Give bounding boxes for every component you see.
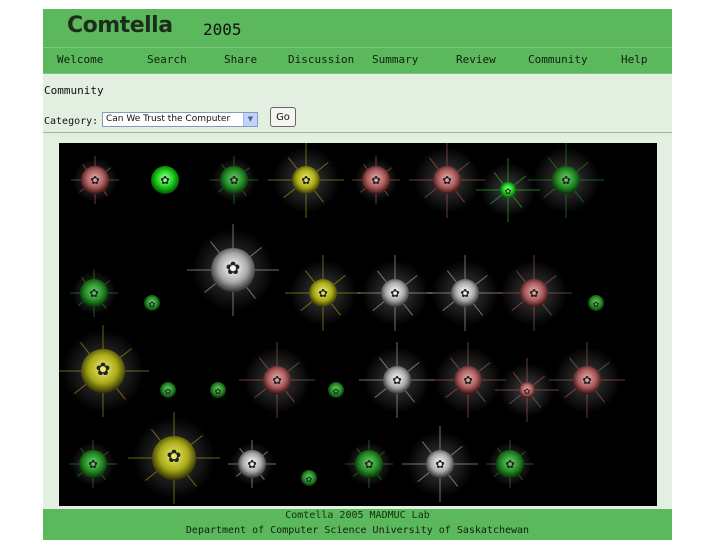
user-avatar-icon: ✿ bbox=[167, 447, 182, 467]
user-avatar-icon: ✿ bbox=[88, 458, 97, 471]
user-avatar-icon: ✿ bbox=[96, 360, 111, 380]
nav-community[interactable]: Community bbox=[528, 53, 588, 66]
category-select-value: Can We Trust the Computer bbox=[106, 114, 231, 124]
user-avatar-icon: ✿ bbox=[505, 187, 512, 196]
member-star[interactable]: ✿ bbox=[128, 412, 220, 504]
user-avatar-icon: ✿ bbox=[149, 300, 156, 309]
user-avatar-icon: ✿ bbox=[301, 174, 310, 187]
user-avatar-icon: ✿ bbox=[89, 287, 98, 300]
category-select[interactable]: Can We Trust the Computer ▼ bbox=[102, 112, 258, 127]
member-star[interactable]: ✿ bbox=[402, 426, 478, 502]
footer: Comtella 2005 MADMUC Lab Department of C… bbox=[43, 509, 672, 540]
comtella-logo[interactable]: Comtella bbox=[67, 13, 173, 38]
member-star[interactable]: ✿ bbox=[59, 325, 149, 417]
member-star[interactable]: ✿ bbox=[228, 440, 276, 488]
member-star[interactable]: ✿ bbox=[160, 382, 176, 398]
member-star[interactable]: ✿ bbox=[268, 143, 344, 218]
user-avatar-icon: ✿ bbox=[442, 174, 451, 187]
chevron-down-icon[interactable]: ▼ bbox=[243, 113, 257, 126]
member-star[interactable]: ✿ bbox=[496, 255, 572, 331]
member-star[interactable]: ✿ bbox=[151, 166, 179, 194]
member-star[interactable]: ✿ bbox=[187, 224, 279, 316]
user-avatar-icon: ✿ bbox=[364, 458, 373, 471]
user-avatar-icon: ✿ bbox=[435, 458, 444, 471]
user-avatar-icon: ✿ bbox=[561, 174, 570, 187]
year-label: 2005 bbox=[203, 20, 242, 39]
user-avatar-icon: ✿ bbox=[333, 387, 340, 396]
member-star[interactable]: ✿ bbox=[357, 255, 433, 331]
member-star[interactable]: ✿ bbox=[70, 269, 118, 317]
member-star[interactable]: ✿ bbox=[495, 358, 559, 422]
divider bbox=[43, 132, 672, 133]
go-button[interactable]: Go bbox=[270, 107, 296, 127]
user-avatar-icon: ✿ bbox=[215, 387, 222, 396]
member-star[interactable]: ✿ bbox=[69, 440, 117, 488]
user-avatar-icon: ✿ bbox=[229, 174, 238, 187]
user-avatar-icon: ✿ bbox=[272, 374, 281, 387]
nav-discussion[interactable]: Discussion bbox=[288, 53, 354, 66]
nav-share[interactable]: Share bbox=[224, 53, 257, 66]
member-star[interactable]: ✿ bbox=[486, 440, 534, 488]
nav-help[interactable]: Help bbox=[621, 53, 648, 66]
user-avatar-icon: ✿ bbox=[390, 287, 399, 300]
member-star[interactable]: ✿ bbox=[345, 440, 393, 488]
member-star[interactable]: ✿ bbox=[352, 156, 400, 204]
user-avatar-icon: ✿ bbox=[165, 387, 172, 396]
user-avatar-icon: ✿ bbox=[371, 174, 380, 187]
main-nav: Welcome Search Share Discussion Summary … bbox=[43, 47, 672, 74]
category-label: Category: bbox=[44, 116, 99, 127]
user-avatar-icon: ✿ bbox=[593, 300, 600, 309]
footer-lab: Comtella 2005 MADMUC Lab bbox=[285, 510, 430, 521]
user-avatar-icon: ✿ bbox=[524, 387, 531, 396]
member-star[interactable]: ✿ bbox=[210, 156, 258, 204]
nav-welcome[interactable]: Welcome bbox=[57, 53, 103, 66]
member-star[interactable]: ✿ bbox=[210, 382, 226, 398]
user-avatar-icon: ✿ bbox=[392, 374, 401, 387]
user-avatar-icon: ✿ bbox=[160, 174, 169, 187]
user-avatar-icon: ✿ bbox=[529, 287, 538, 300]
member-star[interactable]: ✿ bbox=[359, 342, 435, 418]
member-star[interactable]: ✿ bbox=[409, 143, 485, 218]
community-visualization: ✿ ✿ ✿ ✿ ✿ ✿ ✿ ✿ ✿ ✿ ✿ ✿ ✿ ✿ ✿ ✿ ✿ ✿ ✿ ✿ ✿ ✿ ✿ ✿ ✿ ✿ ✿ ✿ ✿ ✿ ✿ ✿ bbox=[59, 143, 657, 506]
member-star[interactable]: ✿ bbox=[549, 342, 625, 418]
member-star[interactable]: ✿ bbox=[528, 143, 604, 218]
page-title: Community bbox=[44, 84, 104, 97]
header-bar: Comtella 2005 bbox=[43, 9, 672, 47]
user-avatar-icon: ✿ bbox=[226, 259, 241, 279]
user-avatar-icon: ✿ bbox=[247, 458, 256, 471]
user-avatar-icon: ✿ bbox=[463, 374, 472, 387]
comtella-app: Comtella 2005 Welcome Search Share Discu… bbox=[43, 9, 672, 540]
user-avatar-icon: ✿ bbox=[460, 287, 469, 300]
member-star[interactable]: ✿ bbox=[430, 342, 506, 418]
nav-search[interactable]: Search bbox=[147, 53, 187, 66]
member-star[interactable]: ✿ bbox=[144, 295, 160, 311]
member-star[interactable]: ✿ bbox=[301, 470, 317, 486]
member-star[interactable]: ✿ bbox=[71, 156, 119, 204]
nav-review[interactable]: Review bbox=[456, 53, 496, 66]
footer-department: Department of Computer Science Universit… bbox=[185, 525, 530, 536]
user-avatar-icon: ✿ bbox=[505, 458, 514, 471]
user-avatar-icon: ✿ bbox=[582, 374, 591, 387]
member-star[interactable]: ✿ bbox=[239, 342, 315, 418]
member-star[interactable]: ✿ bbox=[328, 382, 344, 398]
nav-summary[interactable]: Summary bbox=[372, 53, 418, 66]
member-star[interactable]: ✿ bbox=[427, 255, 503, 331]
member-star[interactable]: ✿ bbox=[476, 158, 540, 222]
user-avatar-icon: ✿ bbox=[306, 475, 313, 484]
user-avatar-icon: ✿ bbox=[318, 287, 327, 300]
member-star[interactable]: ✿ bbox=[285, 255, 361, 331]
member-star[interactable]: ✿ bbox=[588, 295, 604, 311]
user-avatar-icon: ✿ bbox=[90, 174, 99, 187]
